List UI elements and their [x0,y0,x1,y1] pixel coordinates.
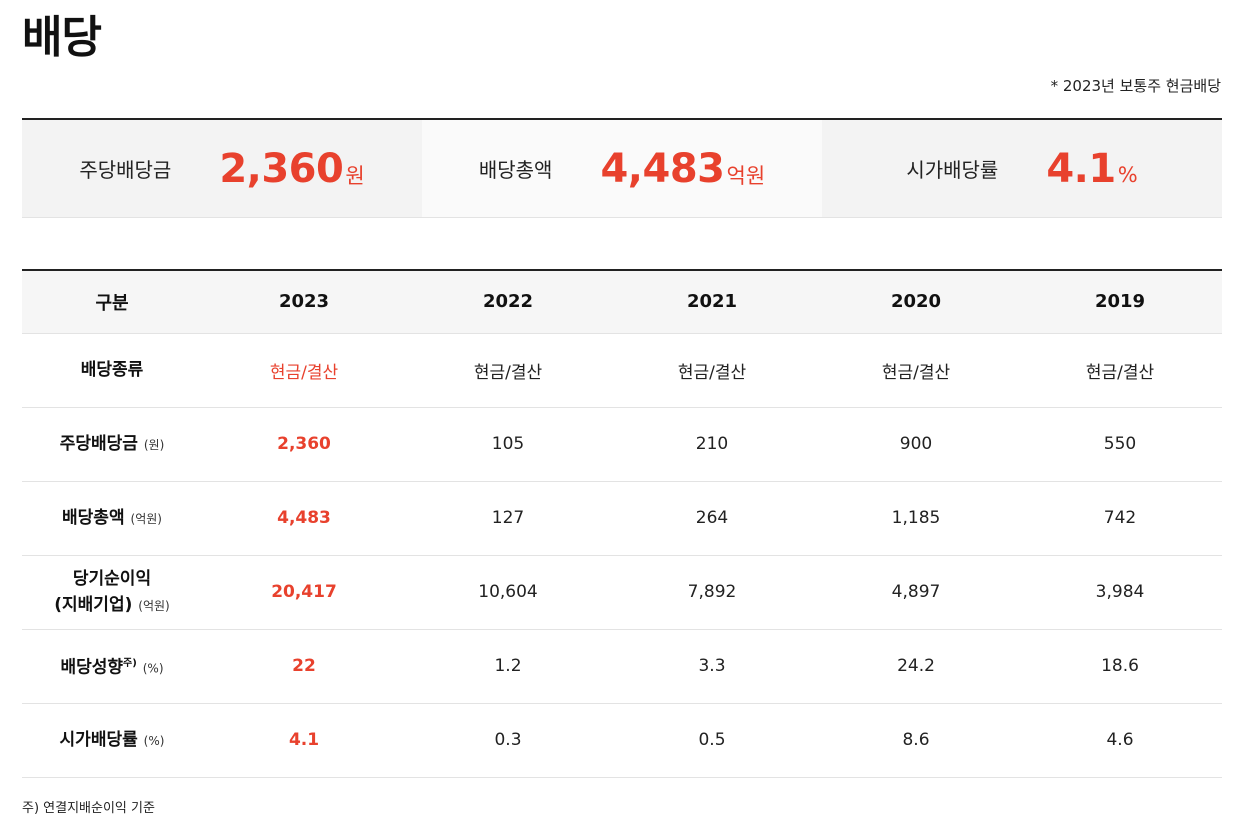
table-cell: 127 [406,481,610,556]
table-cell: 2,360 [202,407,406,482]
summary-unit: 원 [345,163,365,188]
row-unit: (억원) [138,598,170,613]
summary-total-dividend: 배당총액 4,483 억원 [422,120,822,217]
table-cell: 현금/결산 [202,333,406,408]
row-label-dividend-per-share: 주당배당금 (원) [22,407,202,482]
table-cell: 현금/결산 [1018,333,1222,408]
table-cell: 현금/결산 [406,333,610,408]
dividend-summary: 주당배당금 2,360 원 배당총액 4,483 억원 시가배당률 4.1% [22,118,1222,218]
table-cell: 550 [1018,407,1222,482]
row-label: 주당배당금 [59,433,138,454]
table-cell: 8.6 [814,703,1018,778]
row-label: 시가배당률 [59,729,138,750]
table-cell: 3,984 [1018,555,1222,630]
table-footnote: 주) 연결지배순이익 기준 [22,801,155,816]
row-unit: (원) [143,437,165,452]
summary-value: 2,360 [219,145,344,192]
dividend-table: 구분 2023 2022 2021 2020 2019 배당종류 현금/결산 현… [22,269,1222,778]
header-year-2021: 2021 [610,270,814,334]
table-cell: 현금/결산 [814,333,1018,408]
table-row: 배당총액 (억원) 4,483 127 264 1,185 742 [22,481,1222,556]
table-cell: 4.6 [1018,703,1222,778]
table-header-row: 구분 2023 2022 2021 2020 2019 [22,270,1222,334]
header-year-2020: 2020 [814,270,1018,334]
summary-dividend-per-share: 주당배당금 2,360 원 [22,120,422,217]
table-cell: 7,892 [610,555,814,630]
row-label: 배당종류 [80,360,144,380]
row-label-sub: (지배기업) [54,594,133,615]
row-unit: (%) [143,733,165,748]
table-cell: 1,185 [814,481,1018,556]
header-year-2022: 2022 [406,270,610,334]
table-cell: 105 [406,407,610,482]
table-cell: 20,417 [202,555,406,630]
table-cell: 24.2 [814,629,1018,704]
table-cell: 0.5 [610,703,814,778]
table-cell: 22 [202,629,406,704]
row-unit: (억원) [130,511,162,526]
summary-dividend-yield: 시가배당률 4.1% [822,120,1222,217]
table-cell: 0.3 [406,703,610,778]
summary-label: 배당총액 [478,158,553,182]
row-label: 배당성향 [60,657,124,678]
table-cell: 742 [1018,481,1222,556]
summary-value: 4,483 [600,145,725,192]
row-label: 배당총액 [62,507,125,528]
table-cell: 1.2 [406,629,610,704]
table-cell: 4,483 [202,481,406,556]
table-cell: 현금/결산 [610,333,814,408]
summary-label: 주당배당금 [79,158,172,182]
table-cell: 10,604 [406,555,610,630]
row-label-dividend-yield: 시가배당률 (%) [22,703,202,778]
summary-unit: % [1117,162,1138,187]
row-label-total-dividend: 배당총액 (억원) [22,481,202,556]
row-label-dividend-type: 배당종류 [22,333,202,408]
header-year-2023: 2023 [202,270,406,334]
summary-label: 시가배당률 [906,158,999,182]
header-year-2019: 2019 [1018,270,1222,334]
summary-value: 4.1 [1046,145,1116,192]
table-row: 주당배당금 (원) 2,360 105 210 900 550 [22,407,1222,482]
table-cell: 900 [814,407,1018,482]
table-cell: 3.3 [610,629,814,704]
table-cell: 264 [610,481,814,556]
table-cell: 18.6 [1018,629,1222,704]
table-cell: 4.1 [202,703,406,778]
footnote-mark: 주) [123,657,137,669]
table-row: 당기순이익 (지배기업) (억원) 20,417 10,604 7,892 4,8… [22,555,1222,630]
row-label-net-income: 당기순이익 (지배기업) (억원) [22,555,202,630]
header-category: 구분 [22,270,202,334]
table-row: 배당성향주) (%) 22 1.2 3.3 24.2 18.6 [22,629,1222,704]
table-cell: 210 [610,407,814,482]
table-row: 시가배당률 (%) 4.1 0.3 0.5 8.6 4.6 [22,703,1222,778]
summary-unit: 억원 [726,163,766,188]
dividend-note: * 2023년 보통주 현금배당 [1050,77,1221,95]
page-title: 배당 [22,12,102,63]
table-cell: 4,897 [814,555,1018,630]
row-unit: (%) [142,661,164,676]
row-label-payout-ratio: 배당성향주) (%) [22,629,202,704]
row-label: 당기순이익 [72,568,152,589]
table-row: 배당종류 현금/결산 현금/결산 현금/결산 현금/결산 현금/결산 [22,333,1222,408]
